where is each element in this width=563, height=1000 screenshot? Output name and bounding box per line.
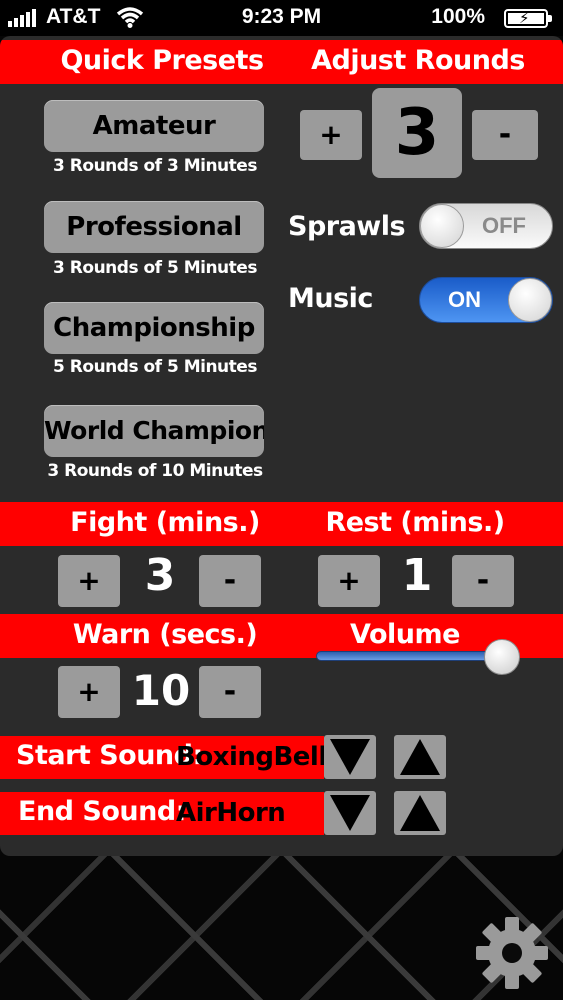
rounds-increase-button[interactable]: + [300,110,362,160]
music-toggle[interactable]: ON [419,277,553,323]
warn-header: Warn (secs.) [72,619,258,650]
fight-decrease-button[interactable]: - [199,555,261,607]
volume-slider-thumb[interactable] [484,639,521,675]
warn-increase-button[interactable]: + [58,666,120,718]
music-toggle-state: ON [448,287,481,312]
rounds-decrease-button[interactable]: - [472,110,538,160]
rounds-value: 3 [372,88,462,178]
quick-presets-header: Quick Presets [60,45,264,76]
start-sound-row: Start Sound: BoxingBell [0,736,327,779]
volume-header: Volume [350,619,460,650]
start-sound-next-button[interactable] [394,735,446,779]
start-sound-previous-button[interactable] [324,735,376,779]
triangle-down-icon [330,795,370,831]
triangle-up-icon [400,795,440,831]
start-sound-value[interactable]: BoxingBell [176,742,327,772]
preset-championship-description: 5 Rounds of 5 Minutes [53,357,257,377]
preset-championship-button[interactable]: Championship [44,302,264,354]
settings-panel: Quick Presets Adjust Rounds Amateur 3 Ro… [0,36,563,856]
toggle-knob [508,278,552,322]
warn-seconds-value: 10 [131,666,191,715]
fight-header: Fight (mins.) [70,507,260,538]
battery-icon: ⚡ [504,9,552,28]
preset-amateur-description: 3 Rounds of 3 Minutes [53,156,257,176]
toggle-knob [420,204,464,248]
adjust-rounds-header: Adjust Rounds [311,45,525,76]
start-sound-label: Start Sound: [16,740,203,771]
end-sound-label: End Sound: [18,796,186,827]
preset-world-champion-description: 3 Rounds of 10 Minutes [47,461,263,481]
end-sound-value[interactable]: AirHorn [176,798,286,828]
preset-amateur-button[interactable]: Amateur [44,100,264,152]
rest-increase-button[interactable]: + [318,555,380,607]
preset-professional-button[interactable]: Professional [44,201,264,253]
warn-decrease-button[interactable]: - [199,666,261,718]
music-label: Music [288,283,373,314]
rest-minutes-value: 1 [401,550,433,601]
triangle-up-icon [400,739,440,775]
end-sound-previous-button[interactable] [324,791,376,835]
header-bar-fight-rest: Fight (mins.) Rest (mins.) [0,502,563,546]
triangle-down-icon [330,739,370,775]
sprawls-toggle[interactable]: OFF [419,203,553,249]
status-bar: AT&T 9:23 PM 100% ⚡ [0,0,563,36]
rest-header: Rest (mins.) [325,507,505,538]
fight-minutes-value: 3 [144,550,176,601]
battery-percentage: 100% [431,5,485,28]
sprawls-label: Sprawls [288,211,406,242]
preset-professional-description: 3 Rounds of 5 Minutes [53,258,257,278]
rest-decrease-button[interactable]: - [452,555,514,607]
sprawls-toggle-state: OFF [482,213,526,238]
header-bar-presets: Quick Presets Adjust Rounds [0,40,563,84]
end-sound-row: End Sound: AirHorn [0,792,324,835]
volume-slider-track[interactable] [316,651,512,661]
preset-world-champion-button[interactable]: World Champion [44,405,264,457]
gear-icon[interactable] [474,915,550,991]
fight-increase-button[interactable]: + [58,555,120,607]
end-sound-next-button[interactable] [394,791,446,835]
